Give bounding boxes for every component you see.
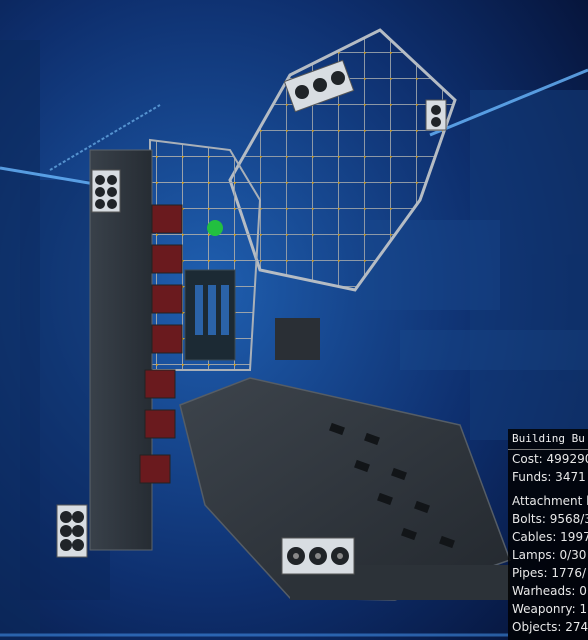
cost-readout: Cost: 499290	[512, 452, 588, 466]
lamps-readout: Lamps: 0/30	[512, 548, 587, 562]
attachment-header: Attachment l	[512, 494, 588, 508]
thruster-module	[281, 537, 355, 575]
bolts-readout: Bolts: 9568/3	[512, 512, 588, 526]
weaponry-readout: Weaponry: 1	[512, 602, 588, 616]
budget-panel-title: Building Bu	[508, 429, 588, 450]
cables-readout: Cables: 1997	[512, 530, 588, 544]
pipes-readout: Pipes: 1776/	[512, 566, 586, 580]
thruster-module	[56, 504, 88, 558]
warheads-readout: Warheads: 0	[512, 584, 587, 598]
funds-readout: Funds: 3471	[512, 470, 586, 484]
building-budget-panel: Building Bu Cost: 499290 Funds: 3471 Att…	[508, 429, 588, 640]
thruster-module	[425, 99, 447, 131]
objects-readout: Objects: 274	[512, 620, 588, 634]
thruster-module	[91, 169, 121, 213]
game-viewport[interactable]	[0, 0, 588, 640]
